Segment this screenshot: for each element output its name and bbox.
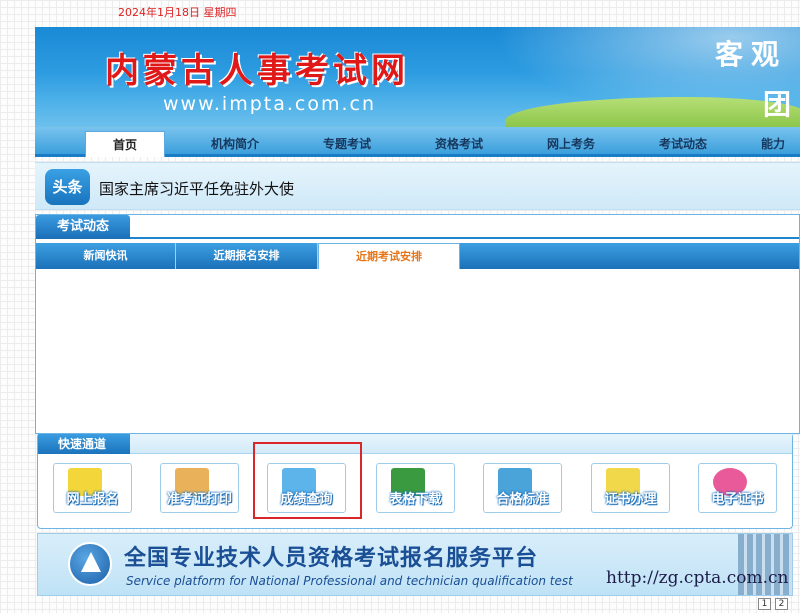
platform-title: 全国专业技术人员资格考试报名服务平台 bbox=[124, 546, 539, 571]
quick-access-title: 快速通道 bbox=[38, 434, 130, 454]
exam-news-tabs: 新闻快讯 近期报名安排 近期考试安排 bbox=[36, 243, 799, 269]
main-nav: 首页 机构简介 专题考试 资格考试 网上考务 考试动态 能力 bbox=[35, 127, 800, 157]
quick-access-panel: 快速通道 网上报名 准考证打印 成绩查询 表格下载 合格标准 证书办理 电子证书 bbox=[37, 433, 793, 529]
qualification-standard-button[interactable]: 合格标准 bbox=[483, 463, 562, 513]
score-query-highlight bbox=[253, 442, 362, 519]
exam-news-panel: 考试动态 新闻快讯 近期报名安排 近期考试安排 bbox=[35, 214, 800, 434]
site-title[interactable]: 内蒙古人事考试网 bbox=[105, 43, 409, 92]
nav-item-ability[interactable]: 能力 bbox=[761, 131, 800, 157]
nav-item-exam-news[interactable]: 考试动态 bbox=[643, 131, 723, 157]
tab-registration-schedule[interactable]: 近期报名安排 bbox=[176, 243, 318, 269]
exam-news-title: 考试动态 bbox=[36, 215, 130, 239]
qualification-standard-label: 合格标准 bbox=[496, 492, 549, 507]
headline-badge: 头条 bbox=[45, 169, 90, 205]
certificate-handling-button[interactable]: 证书办理 bbox=[591, 463, 670, 513]
national-platform-banner[interactable]: 全国专业技术人员资格考试报名服务平台 Service platform for … bbox=[37, 533, 793, 596]
admission-ticket-print-button[interactable]: 准考证打印 bbox=[160, 463, 239, 513]
pager-page-2[interactable]: 2 bbox=[775, 598, 788, 610]
banner-slogan-line2: 团 bbox=[763, 88, 792, 121]
tab-exam-schedule[interactable]: 近期考试安排 bbox=[318, 243, 460, 269]
online-registration-button[interactable]: 网上报名 bbox=[53, 463, 132, 513]
headline-bar: 头条 国家主席习近平任免驻外大使 bbox=[35, 162, 800, 210]
exam-news-header: 考试动态 bbox=[36, 215, 799, 239]
platform-emblem-icon bbox=[68, 542, 112, 586]
certificate-handling-label: 证书办理 bbox=[604, 492, 657, 507]
nav-item-special-exams[interactable]: 专题考试 bbox=[307, 131, 387, 157]
platform-subtitle: Service platform for National Profession… bbox=[126, 574, 573, 588]
headline-link[interactable]: 国家主席习近平任免驻外大使 bbox=[99, 178, 294, 199]
online-registration-label: 网上报名 bbox=[66, 492, 119, 507]
form-download-label: 表格下载 bbox=[389, 492, 442, 507]
banner-slogan-line1: 客观 bbox=[715, 38, 788, 71]
nav-item-about[interactable]: 机构简介 bbox=[195, 131, 275, 157]
quick-access-header: 快速通道 bbox=[38, 434, 792, 454]
nav-item-online-affairs[interactable]: 网上考务 bbox=[531, 131, 611, 157]
current-date: 2024年1月18日 星期四 bbox=[118, 6, 237, 19]
nav-item-qualification-exams[interactable]: 资格考试 bbox=[419, 131, 499, 157]
pager-page-1[interactable]: 1 bbox=[758, 598, 771, 610]
admission-ticket-print-label: 准考证打印 bbox=[166, 492, 232, 507]
form-download-button[interactable]: 表格下载 bbox=[376, 463, 455, 513]
nav-item-home[interactable]: 首页 bbox=[85, 131, 165, 157]
e-certificate-button[interactable]: 电子证书 bbox=[698, 463, 777, 513]
platform-url: http://zg.cpta.com.cn bbox=[606, 568, 789, 588]
site-url: www.impta.com.cn bbox=[163, 93, 377, 115]
e-certificate-label: 电子证书 bbox=[711, 492, 764, 507]
site-banner: 内蒙古人事考试网 www.impta.com.cn 客观 团 bbox=[35, 27, 800, 127]
tab-news-flash[interactable]: 新闻快讯 bbox=[36, 243, 176, 269]
